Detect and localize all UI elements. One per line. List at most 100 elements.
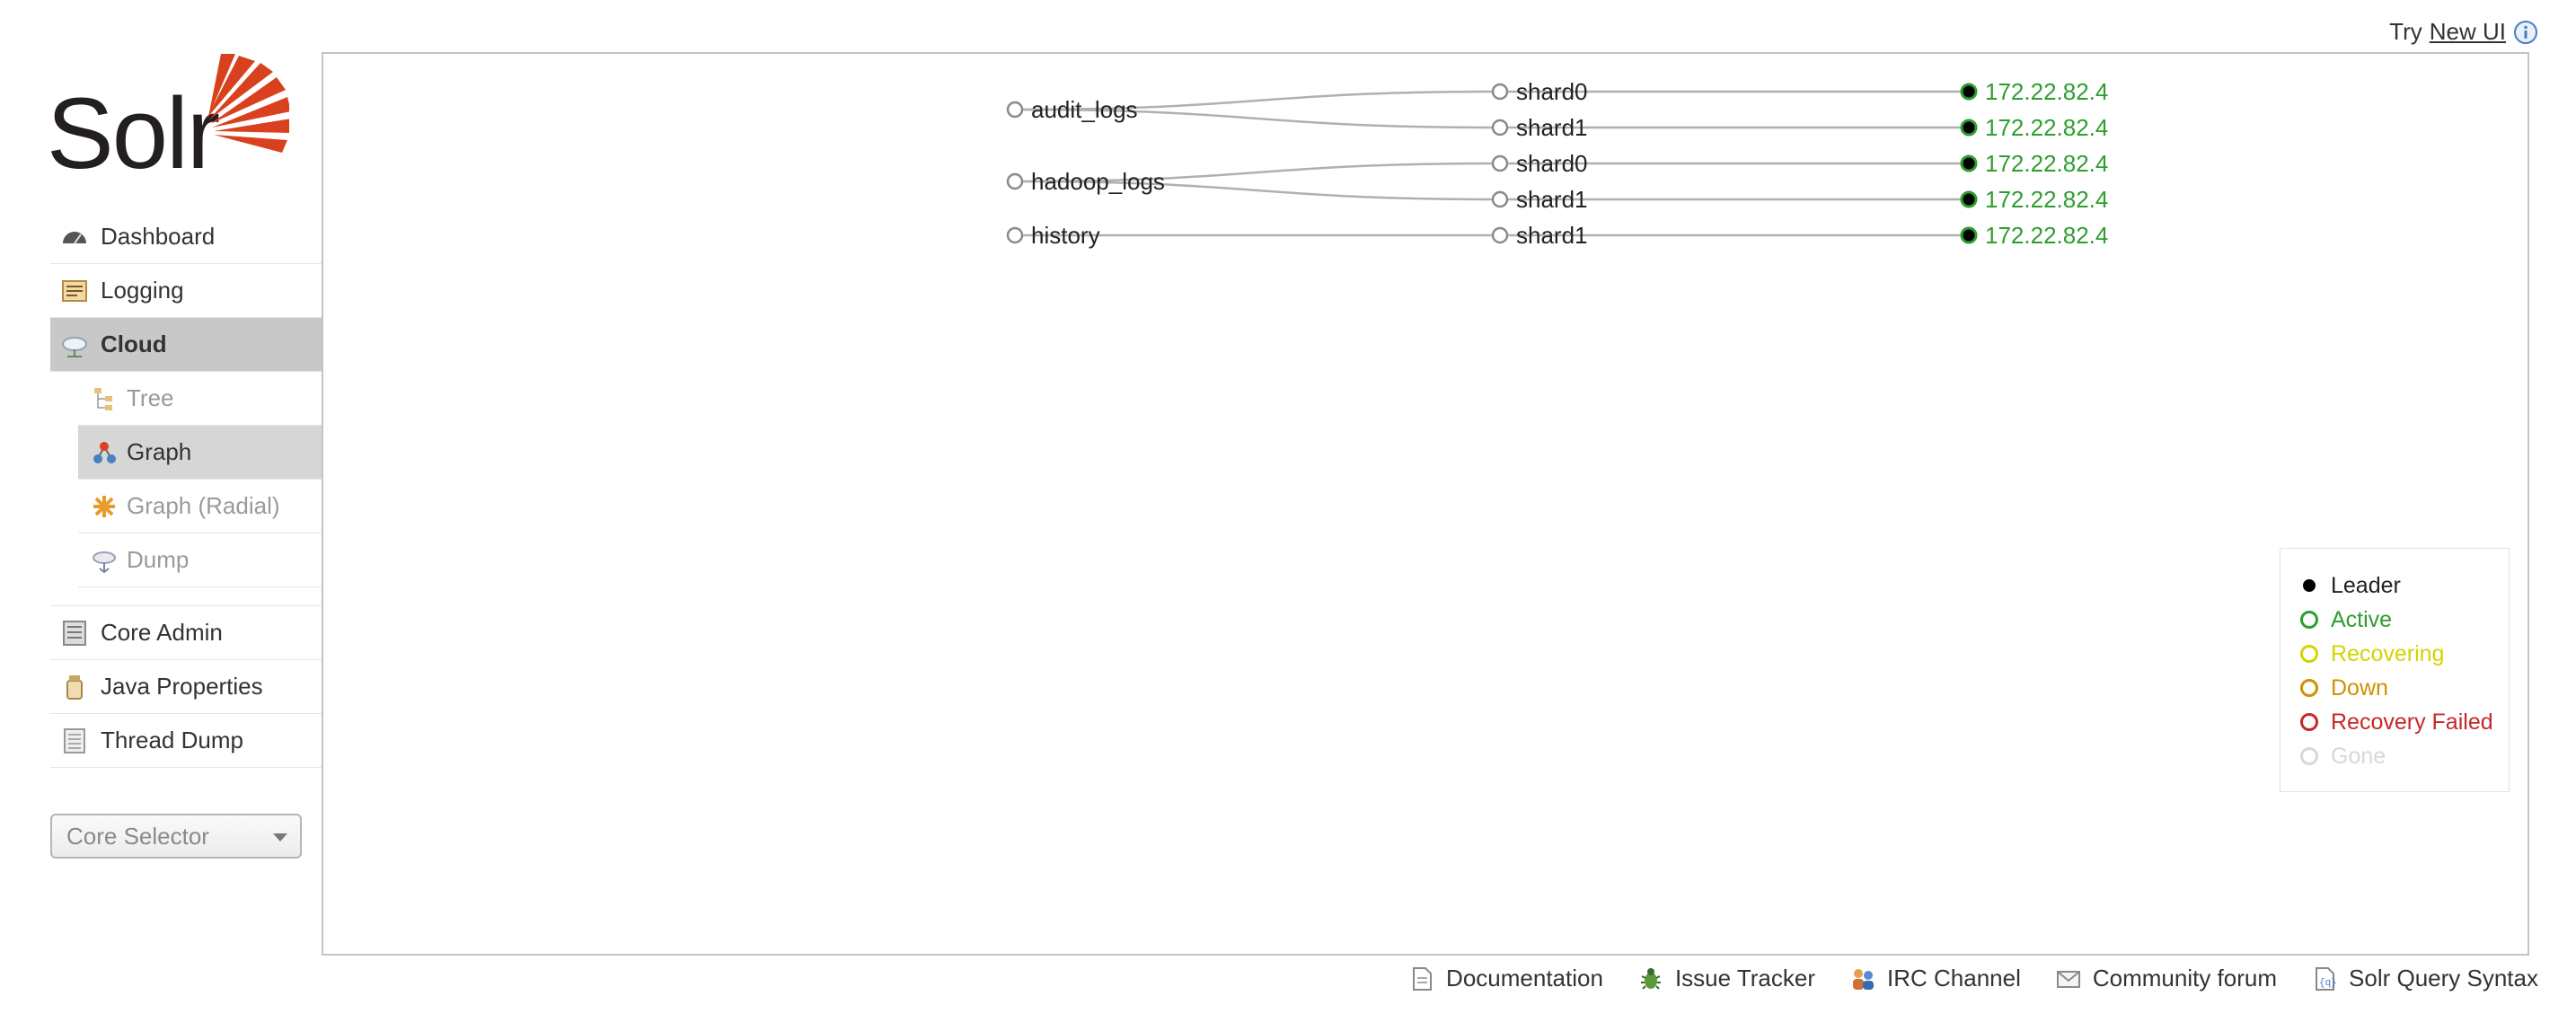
core-selector[interactable]: Core Selector	[50, 814, 302, 859]
cloud-graph-panel: audit_logs shard0 172.22.82.4 shard1 172.22.…	[322, 52, 2529, 956]
legend-label: Active	[2331, 606, 2393, 632]
issue-tracker-link[interactable]: Issue Tracker	[1637, 965, 1815, 992]
dump-icon	[93, 551, 116, 573]
legend-dot-icon	[2300, 611, 2318, 629]
legend-item-gone: Gone	[2300, 739, 2509, 773]
sidebar-item-label: Thread Dump	[101, 727, 243, 753]
sidebar-item-label: Cloud	[101, 330, 167, 357]
legend-label: Gone	[2331, 743, 2386, 769]
shard-node[interactable]	[1491, 83, 1509, 101]
irc-icon	[1853, 968, 1874, 990]
cloud-icon	[62, 336, 87, 357]
legend-dot-icon	[2303, 579, 2316, 592]
shard-node[interactable]	[1491, 190, 1509, 208]
chevron-down-icon	[273, 833, 287, 842]
sidebar-nav: Dashboard Logging Cloud Tree Graph Graph…	[50, 210, 323, 768]
sidebar-subitem-label: Tree	[127, 384, 174, 411]
documentation-icon	[1413, 966, 1433, 991]
new-ui-link[interactable]: New UI	[2430, 18, 2506, 46]
footer-links: Documentation Issue Tracker IRC Channel …	[1408, 965, 2538, 992]
legend-item-active: Active	[2300, 603, 2509, 637]
thread-dump-icon	[64, 727, 85, 753]
sidebar-item-thread-dump[interactable]: Thread Dump	[50, 714, 323, 768]
legend-dot-icon	[2300, 645, 2318, 663]
replica-host-label[interactable]: 172.22.82.4	[1985, 186, 2108, 213]
sidebar-subitem-label: Dump	[127, 546, 190, 573]
legend-label: Down	[2331, 674, 2388, 701]
sidebar-item-label: Dashboard	[101, 223, 216, 250]
legend-item-down: Down	[2300, 671, 2509, 705]
collection-node[interactable]	[1006, 172, 1024, 190]
try-new-ui: Try New UI	[2389, 18, 2538, 46]
shard-label: shard1	[1516, 186, 1588, 213]
query-syntax-icon: {q}	[2316, 966, 2337, 991]
replica-leader-node[interactable]	[1960, 190, 1978, 208]
replica-leader-node[interactable]	[1960, 83, 1978, 101]
replica-leader-node[interactable]	[1960, 226, 1978, 244]
sidebar-item-core-admin[interactable]: Core Admin	[50, 606, 323, 660]
replica-host-label[interactable]: 172.22.82.4	[1985, 78, 2108, 105]
legend-item-recovering: Recovering	[2300, 637, 2509, 671]
sidebar-subitem-label: Graph (Radial)	[127, 492, 280, 519]
core-selector-placeholder: Core Selector	[66, 822, 209, 850]
footer-link-label: Community forum	[2092, 965, 2278, 991]
collection-label: hadoop_logs	[1031, 168, 1165, 195]
footer-link-label: Issue Tracker	[1674, 965, 1815, 991]
legend-dot-icon	[2300, 679, 2318, 697]
shard-label: shard0	[1516, 78, 1588, 105]
solr-logo-graphic: Solr	[47, 54, 291, 189]
collection-node[interactable]	[1006, 226, 1024, 244]
collection-label: audit_logs	[1031, 96, 1138, 123]
shard-label: shard1	[1516, 114, 1588, 141]
irc-channel-link[interactable]: IRC Channel	[1849, 965, 2021, 992]
documentation-link[interactable]: Documentation	[1408, 965, 1603, 992]
replica-leader-node[interactable]	[1960, 119, 1978, 137]
legend-label: Recovering	[2331, 640, 2445, 666]
replica-leader-node[interactable]	[1960, 154, 1978, 172]
bug-icon	[1640, 967, 1661, 990]
sidebar-item-dashboard[interactable]: Dashboard	[50, 210, 323, 264]
sidebar-item-label: Java Properties	[101, 673, 263, 700]
graph-radial-icon	[93, 495, 115, 517]
sidebar-item-label: Logging	[101, 277, 184, 304]
sidebar-item-logging[interactable]: Logging	[50, 264, 323, 318]
java-properties-icon	[66, 674, 83, 700]
legend-item-recovery-failed: Recovery Failed	[2300, 705, 2509, 739]
replica-host-label[interactable]: 172.22.82.4	[1985, 222, 2108, 249]
legend-item-leader: Leader	[2300, 568, 2509, 603]
footer-link-label: IRC Channel	[1887, 965, 2021, 991]
sidebar-subitem-label: Graph	[127, 438, 192, 465]
sidebar-subitem-dump[interactable]: Dump	[78, 533, 323, 587]
sidebar-item-label: Core Admin	[101, 619, 223, 646]
cloud-graph: audit_logs shard0 172.22.82.4 shard1 172.22.…	[1006, 78, 2108, 249]
sidebar-subitem-graph[interactable]: Graph	[78, 426, 323, 480]
logging-icon	[62, 279, 87, 302]
legend-dot-icon	[2300, 747, 2318, 765]
solr-logo[interactable]: Solr	[47, 47, 291, 189]
shard-node[interactable]	[1491, 226, 1509, 244]
replica-host-label[interactable]: 172.22.82.4	[1985, 150, 2108, 177]
footer-link-label: Solr Query Syntax	[2349, 965, 2538, 991]
replica-host-label[interactable]: 172.22.82.4	[1985, 114, 2108, 141]
shard-label: shard0	[1516, 150, 1588, 177]
collection-label: history	[1031, 222, 1100, 249]
sidebar-subitem-tree[interactable]: Tree	[78, 372, 323, 426]
sidebar-item-java-properties[interactable]: Java Properties	[50, 660, 323, 714]
solr-query-syntax-link[interactable]: {q} Solr Query Syntax	[2311, 965, 2538, 992]
sidebar-item-cloud[interactable]: Cloud	[50, 318, 323, 372]
shard-node[interactable]	[1491, 154, 1509, 172]
dashboard-icon	[63, 231, 86, 244]
tree-icon	[94, 387, 112, 410]
collection-node[interactable]	[1006, 101, 1024, 119]
try-text: Try	[2389, 18, 2422, 45]
mail-icon	[2056, 970, 2080, 988]
svg-text:{q}: {q}	[2319, 978, 2337, 989]
logo-text: Solr	[47, 77, 219, 181]
nav-divider	[50, 587, 323, 606]
legend-label: Recovery Failed	[2331, 709, 2493, 735]
sidebar-subitem-graph-radial[interactable]: Graph (Radial)	[78, 480, 323, 533]
community-forum-link[interactable]: Community forum	[2055, 965, 2277, 992]
core-admin-icon	[63, 620, 86, 646]
info-icon[interactable]	[2513, 20, 2538, 45]
shard-node[interactable]	[1491, 119, 1509, 137]
